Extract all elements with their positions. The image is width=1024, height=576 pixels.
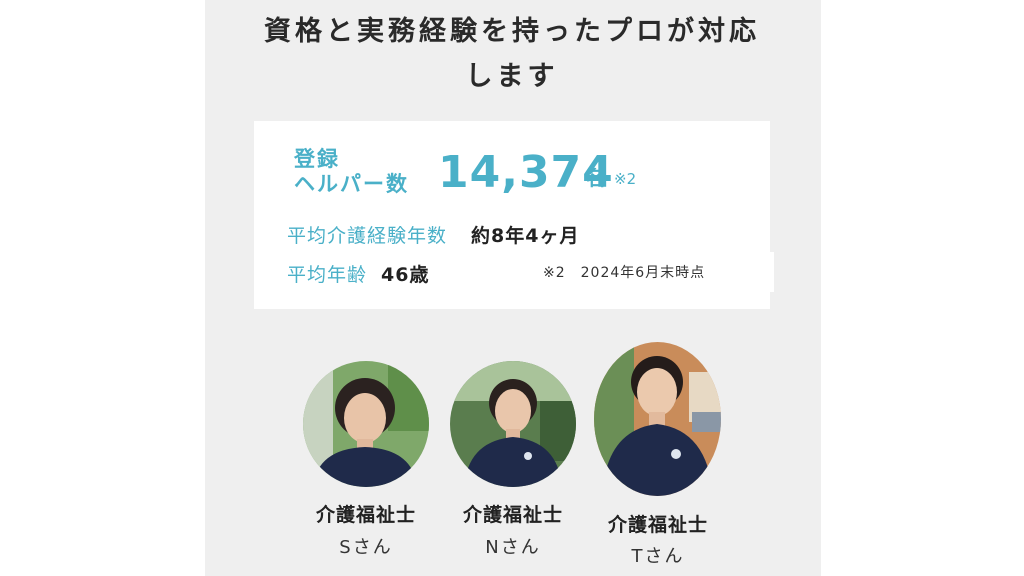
headline-line2: します: [465, 61, 559, 92]
headline-line1: 資格と実務経験を持ったプロが対応: [264, 16, 760, 47]
staff-photo-s-icon: [303, 361, 429, 487]
staff-t-title: 介護福祉士: [607, 514, 708, 536]
experience-label: 平均介護経験年数: [287, 225, 448, 247]
age-value: 46歳: [381, 264, 430, 286]
staff-photo-t: [594, 342, 721, 496]
page: 資格と実務経験を持ったプロが対応 します 登録 ヘルパー数 14,374 名 ※…: [0, 0, 1024, 576]
staff-t-name: Tさん: [631, 546, 685, 567]
experience-value: 約8年4ヶ月: [471, 225, 580, 247]
stats-card-tab: [766, 252, 774, 292]
staff-s-title: 介護福祉士: [315, 504, 416, 526]
registered-helpers-unit: 名: [586, 166, 606, 190]
staff-s-name: Sさん: [339, 537, 393, 558]
staff-n-name: Nさん: [485, 537, 541, 558]
registered-helpers-label-line1: 登録: [294, 147, 340, 171]
footnote: ※2 2024年6月末時点: [543, 265, 706, 281]
staff-n-title: 介護福祉士: [462, 504, 563, 526]
registered-helpers-note-mark: ※2: [614, 170, 637, 188]
staff-photo-n: [450, 361, 576, 487]
staff-photo-n-icon: [450, 361, 576, 487]
staff-photo-s: [303, 361, 429, 487]
age-label: 平均年齢: [287, 264, 368, 286]
registered-helpers-label-line2: ヘルパー数: [294, 172, 409, 196]
staff-photo-t-icon: [594, 342, 721, 496]
